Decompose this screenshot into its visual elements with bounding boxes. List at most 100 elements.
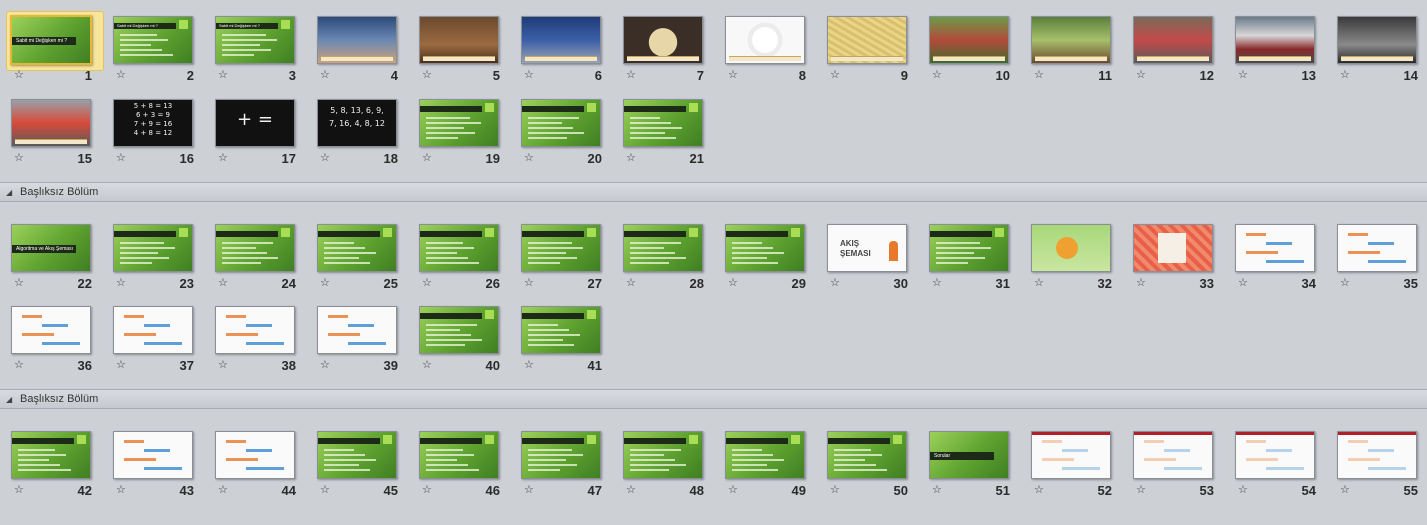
slide-30[interactable]: AKIŞ ŞEMASI ☆ 30 [822, 221, 926, 301]
slide-thumbnail[interactable] [521, 431, 601, 479]
slide-thumbnail[interactable] [1031, 431, 1111, 479]
slide-12[interactable]: ☆ 12 [1128, 13, 1232, 93]
slide-27[interactable]: ☆ 27 [516, 221, 620, 301]
star-icon[interactable]: ☆ [14, 151, 24, 164]
star-icon[interactable]: ☆ [524, 358, 534, 371]
slide-32[interactable]: ☆ 32 [1026, 221, 1130, 301]
star-icon[interactable]: ☆ [14, 276, 24, 289]
star-icon[interactable]: ☆ [932, 276, 942, 289]
slide-43[interactable]: ☆ 43 [108, 428, 212, 508]
slide-28[interactable]: ☆ 28 [618, 221, 722, 301]
slide-thumbnail[interactable] [113, 431, 193, 479]
slide-52[interactable]: ☆ 52 [1026, 428, 1130, 508]
slide-19[interactable]: ☆ 19 [414, 96, 518, 176]
star-icon[interactable]: ☆ [218, 483, 228, 496]
star-icon[interactable]: ☆ [728, 483, 738, 496]
star-icon[interactable]: ☆ [422, 151, 432, 164]
slide-thumbnail[interactable] [317, 16, 397, 64]
star-icon[interactable]: ☆ [1238, 68, 1248, 81]
star-icon[interactable]: ☆ [626, 68, 636, 81]
slide-17[interactable]: + = ☆ 17 [210, 96, 314, 176]
slide-thumbnail[interactable] [929, 16, 1009, 64]
slide-thumbnail[interactable]: 5 + 8 = 13 6 + 3 = 97 + 9 = 16 4 + 8 = 12 [113, 99, 193, 147]
slide-thumbnail[interactable] [725, 431, 805, 479]
slide-thumbnail[interactable] [827, 431, 907, 479]
slide-11[interactable]: ☆ 11 [1026, 13, 1130, 93]
slide-53[interactable]: ☆ 53 [1128, 428, 1232, 508]
star-icon[interactable]: ☆ [116, 68, 126, 81]
slide-54[interactable]: ☆ 54 [1230, 428, 1334, 508]
star-icon[interactable]: ☆ [932, 483, 942, 496]
star-icon[interactable]: ☆ [830, 68, 840, 81]
star-icon[interactable]: ☆ [1238, 276, 1248, 289]
slide-thumbnail[interactable] [623, 224, 703, 272]
star-icon[interactable]: ☆ [116, 276, 126, 289]
slide-thumbnail[interactable] [827, 16, 907, 64]
slide-thumbnail[interactable] [725, 16, 805, 64]
slide-25[interactable]: ☆ 25 [312, 221, 416, 301]
slide-34[interactable]: ☆ 34 [1230, 221, 1334, 301]
slide-26[interactable]: ☆ 26 [414, 221, 518, 301]
slide-51[interactable]: Sorular ☆ 51 [924, 428, 1028, 508]
star-icon[interactable]: ☆ [422, 358, 432, 371]
slide-thumbnail[interactable] [419, 224, 499, 272]
slide-thumbnail[interactable] [1235, 224, 1315, 272]
slide-36[interactable]: ☆ 36 [6, 303, 110, 383]
star-icon[interactable]: ☆ [218, 151, 228, 164]
slide-thumbnail[interactable] [623, 431, 703, 479]
star-icon[interactable]: ☆ [116, 358, 126, 371]
slide-thumbnail[interactable]: 5, 8, 13, 6, 9, 7, 16, 4, 8, 12 [317, 99, 397, 147]
slide-1[interactable]: Sabit mi Değişken mi ? ☆ 1 [6, 11, 110, 93]
slide-thumbnail[interactable] [1337, 431, 1417, 479]
collapse-triangle-icon[interactable]: ◢ [6, 395, 12, 404]
slide-thumbnail[interactable] [1133, 224, 1213, 272]
slide-29[interactable]: ☆ 29 [720, 221, 824, 301]
slide-thumbnail[interactable] [419, 431, 499, 479]
star-icon[interactable]: ☆ [1034, 483, 1044, 496]
slide-37[interactable]: ☆ 37 [108, 303, 212, 383]
slide-40[interactable]: ☆ 40 [414, 303, 518, 383]
star-icon[interactable]: ☆ [1034, 68, 1044, 81]
slide-13[interactable]: ☆ 13 [1230, 13, 1334, 93]
slide-20[interactable]: ☆ 20 [516, 96, 620, 176]
slide-thumbnail[interactable] [419, 99, 499, 147]
star-icon[interactable]: ☆ [626, 151, 636, 164]
slide-thumbnail[interactable] [113, 224, 193, 272]
slide-thumbnail[interactable] [623, 16, 703, 64]
section-header[interactable]: ◢ Başlıksız Bölüm [0, 389, 1427, 409]
slide-thumbnail[interactable] [1337, 16, 1417, 64]
star-icon[interactable]: ☆ [1340, 276, 1350, 289]
slide-18[interactable]: 5, 8, 13, 6, 9, 7, 16, 4, 8, 12 ☆ 18 [312, 96, 416, 176]
star-icon[interactable]: ☆ [626, 483, 636, 496]
slide-thumbnail[interactable] [521, 224, 601, 272]
star-icon[interactable]: ☆ [626, 276, 636, 289]
slide-22[interactable]: Algoritma ve Akış Şeması ☆ 22 [6, 221, 110, 301]
star-icon[interactable]: ☆ [14, 358, 24, 371]
slide-thumbnail[interactable] [1133, 431, 1213, 479]
star-icon[interactable]: ☆ [14, 483, 24, 496]
slide-thumbnail[interactable] [1235, 16, 1315, 64]
slide-thumbnail[interactable] [215, 224, 295, 272]
slide-35[interactable]: ☆ 35 [1332, 221, 1427, 301]
slide-thumbnail[interactable] [725, 224, 805, 272]
slide-47[interactable]: ☆ 47 [516, 428, 620, 508]
star-icon[interactable]: ☆ [320, 151, 330, 164]
slide-44[interactable]: ☆ 44 [210, 428, 314, 508]
slide-5[interactable]: ☆ 5 [414, 13, 518, 93]
slide-thumbnail[interactable] [1235, 431, 1315, 479]
slide-thumbnail[interactable] [215, 431, 295, 479]
star-icon[interactable]: ☆ [1340, 483, 1350, 496]
slide-thumbnail[interactable] [521, 306, 601, 354]
slide-50[interactable]: ☆ 50 [822, 428, 926, 508]
star-icon[interactable]: ☆ [320, 358, 330, 371]
star-icon[interactable]: ☆ [116, 483, 126, 496]
star-icon[interactable]: ☆ [218, 276, 228, 289]
star-icon[interactable]: ☆ [14, 68, 24, 81]
slide-2[interactable]: Sabit mi Değişken mi ? ☆ 2 [108, 13, 212, 93]
slide-33[interactable]: ☆ 33 [1128, 221, 1232, 301]
slide-thumbnail[interactable]: Sabit mi Değişken mi ? [10, 15, 92, 65]
slide-thumbnail[interactable]: Algoritma ve Akış Şeması [11, 224, 91, 272]
slide-55[interactable]: ☆ 55 [1332, 428, 1427, 508]
slide-thumbnail[interactable] [419, 16, 499, 64]
slide-thumbnail[interactable] [11, 431, 91, 479]
